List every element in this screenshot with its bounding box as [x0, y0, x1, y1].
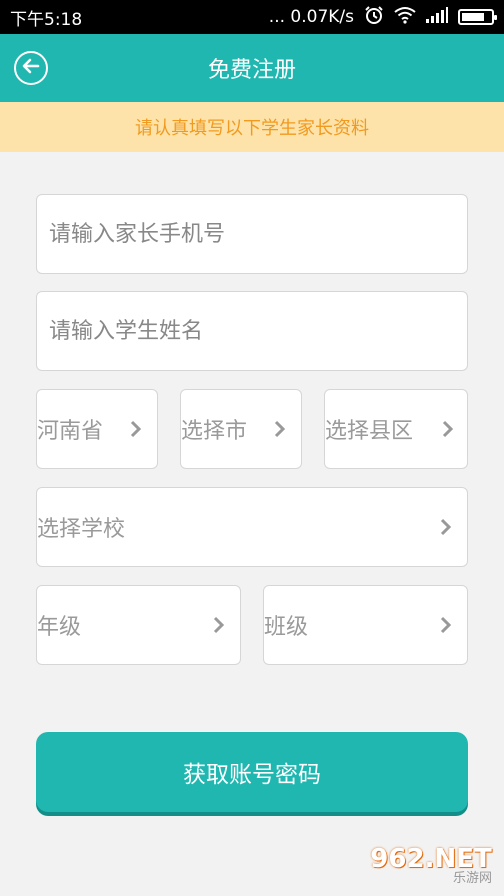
title-bar: 免费注册 — [0, 34, 504, 102]
school-label: 选择学校 — [37, 517, 126, 542]
city-select[interactable]: 选择市 — [180, 389, 302, 469]
status-icons: ... 0.07K/s — [268, 5, 497, 30]
battery-fill — [462, 13, 485, 21]
signal-icon — [426, 6, 448, 28]
chevron-right-icon — [210, 615, 228, 635]
status-time: 下午5:18 — [10, 9, 83, 30]
chevron-right-icon — [437, 615, 455, 635]
student-name-input[interactable] — [49, 318, 467, 344]
chevron-right-icon — [127, 419, 145, 439]
watermark-subtext: 乐游网 — [452, 871, 492, 886]
province-label: 河南省 — [37, 419, 104, 444]
chevron-right-icon — [437, 517, 455, 537]
county-select[interactable]: 选择县区 — [324, 389, 468, 469]
back-button[interactable] — [14, 51, 48, 85]
status-bar: 下午5:18 ... 0.07K/s — [0, 0, 504, 34]
city-label: 选择市 — [181, 419, 248, 444]
notice-text: 请认真填写以下学生家长资料 — [135, 118, 369, 139]
grade-select[interactable]: 年级 — [36, 585, 241, 665]
parent-phone-input[interactable] — [49, 221, 467, 247]
county-label: 选择县区 — [325, 419, 414, 444]
battery-icon — [458, 9, 497, 25]
back-arrow-icon — [21, 56, 41, 80]
wifi-icon — [394, 6, 416, 29]
get-account-password-button[interactable]: 获取账号密码 — [36, 732, 468, 812]
alarm-clock-icon — [364, 5, 384, 30]
network-speed: ... 0.07K/s — [268, 7, 354, 27]
notice-banner: 请认真填写以下学生家长资料 — [0, 102, 504, 152]
site-watermark: 962.NET 乐游网 — [364, 842, 498, 890]
parent-phone-field[interactable] — [36, 194, 468, 274]
class-select[interactable]: 班级 — [263, 585, 468, 665]
chevron-right-icon — [439, 419, 457, 439]
watermark-logo: 962.NET — [370, 844, 492, 874]
grade-label: 年级 — [37, 615, 82, 640]
submit-label: 获取账号密码 — [183, 762, 321, 788]
chevron-right-icon — [271, 419, 289, 439]
class-label: 班级 — [264, 615, 309, 640]
province-select[interactable]: 河南省 — [36, 389, 158, 469]
page-title: 免费注册 — [207, 58, 296, 83]
school-select[interactable]: 选择学校 — [36, 487, 468, 567]
student-name-field[interactable] — [36, 291, 468, 371]
